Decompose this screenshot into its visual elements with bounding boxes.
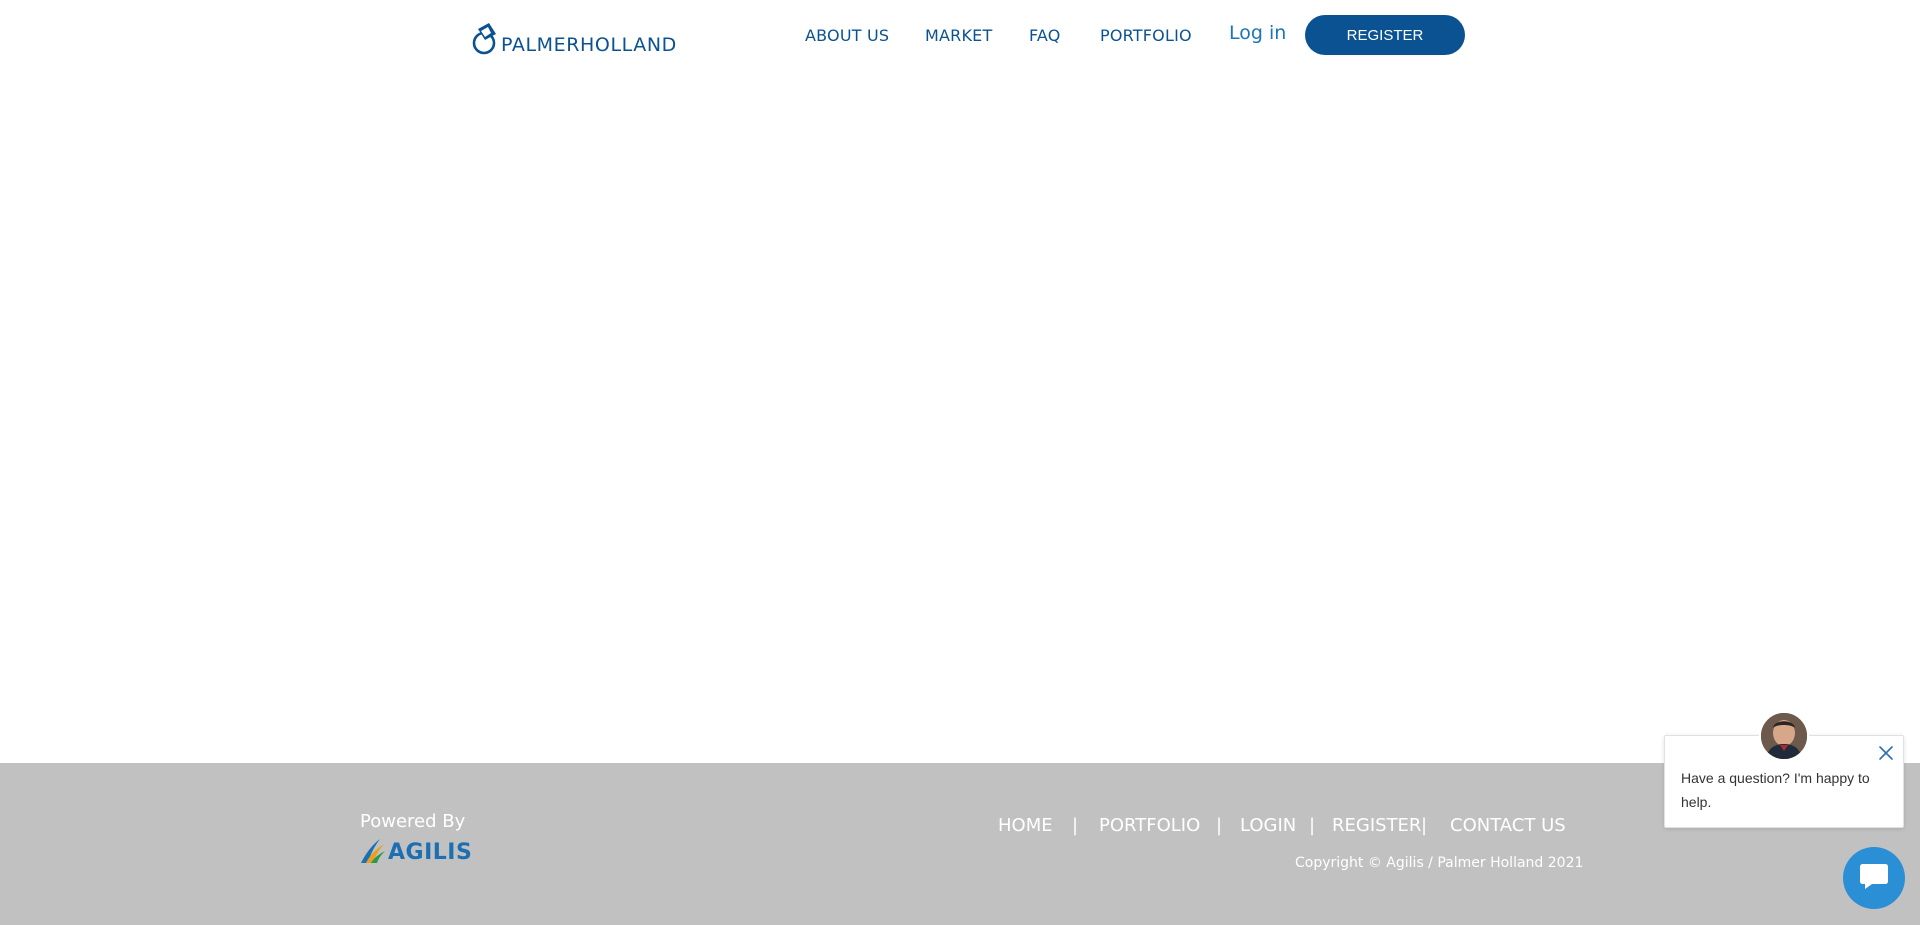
chat-launcher-button[interactable] xyxy=(1843,847,1905,909)
palmerholland-logo[interactable]: PALMERHOLLAND xyxy=(472,16,677,56)
chat-bubble-icon xyxy=(1858,861,1890,896)
site-header: PALMERHOLLAND ABOUT US MARKET FAQ PORTFO… xyxy=(0,0,1920,75)
footer-separator: | xyxy=(1309,815,1316,836)
main-content xyxy=(0,75,1920,763)
footer-separator: | xyxy=(1072,815,1079,836)
nav-portfolio[interactable]: PORTFOLIO xyxy=(1100,26,1192,45)
footer-link-portfolio[interactable]: PORTFOLIO xyxy=(1099,815,1200,836)
close-icon[interactable] xyxy=(1877,744,1895,762)
footer-link-contact-us[interactable]: CONTACT US xyxy=(1450,815,1566,836)
logo-text: PALMERHOLLAND xyxy=(501,34,677,56)
powered-by-label: Powered By xyxy=(360,811,466,832)
footer-link-login[interactable]: LOGIN xyxy=(1240,815,1296,836)
nav-market[interactable]: MARKET xyxy=(925,26,992,45)
footer-separator: | xyxy=(1216,815,1223,836)
chat-greeting-message: Have a question? I'm happy to help. xyxy=(1681,770,1870,810)
footer-link-home[interactable]: HOME xyxy=(998,815,1053,836)
nav-about-us[interactable]: ABOUT US xyxy=(805,26,889,45)
agilis-logo-icon xyxy=(360,835,386,870)
copyright-text: Copyright © Agilis / Palmer Holland 2021 xyxy=(1295,855,1584,871)
chat-agent-avatar xyxy=(1759,711,1809,761)
palmerholland-logo-icon xyxy=(472,20,500,56)
footer-separator: | xyxy=(1421,815,1428,836)
login-link[interactable]: Log in xyxy=(1229,22,1286,44)
agilis-logo[interactable]: AGILIS xyxy=(360,835,472,869)
footer-link-register[interactable]: REGISTER xyxy=(1332,815,1421,836)
register-button[interactable]: REGISTER xyxy=(1305,15,1465,55)
nav-faq[interactable]: FAQ xyxy=(1029,26,1061,45)
site-footer: Powered By AGILIS HOME | PORTFOLIO | LOG… xyxy=(0,763,1920,925)
agilis-logo-text: AGILIS xyxy=(388,839,473,865)
